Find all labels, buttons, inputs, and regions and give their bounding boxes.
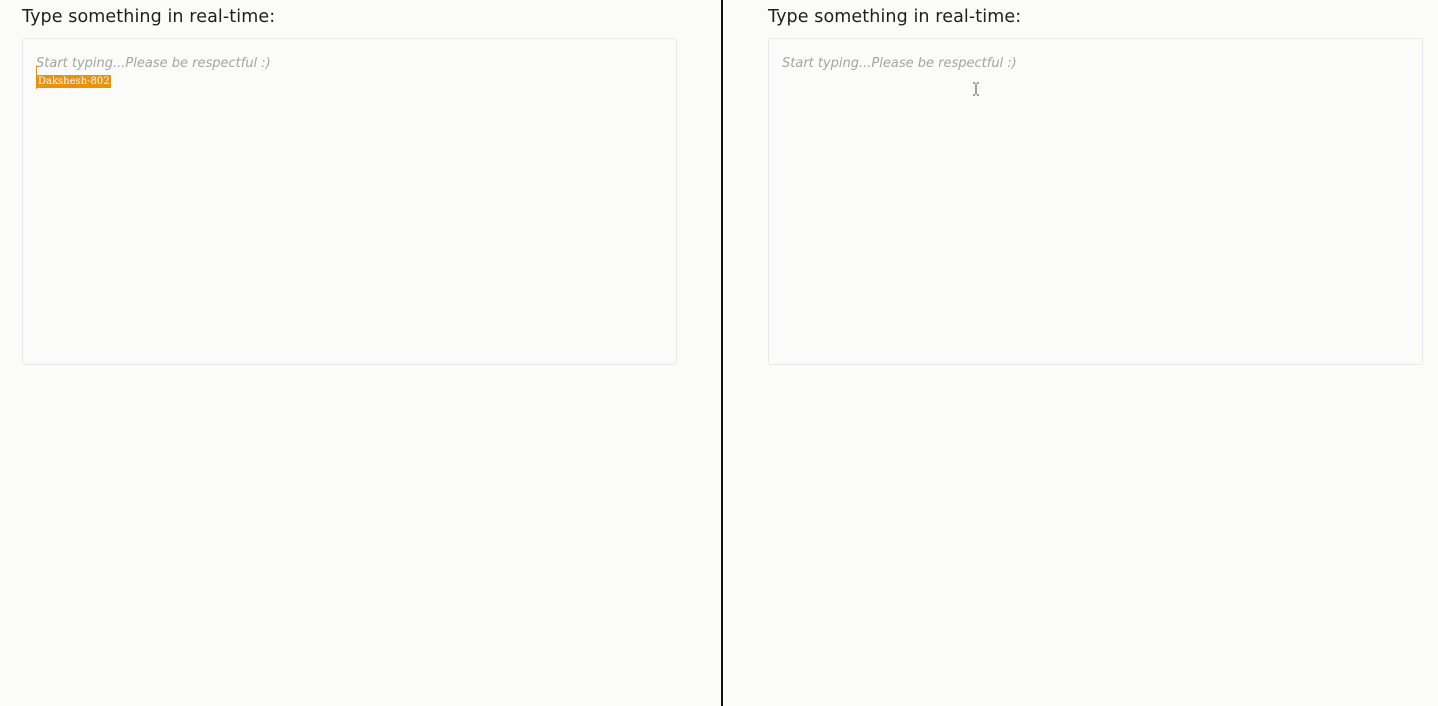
left-client-pane: Type something in real-time: Start typin… [0,0,721,706]
remote-cursor-username-label: Dakshesh-802 [37,75,111,88]
collaborative-editor[interactable]: Start typing...Please be respectful :) [768,38,1423,365]
editor-placeholder: Start typing...Please be respectful :) [782,56,1017,71]
collaborative-editor[interactable]: Start typing...Please be respectful :) D… [22,38,677,365]
split-screen: Type something in real-time: Start typin… [0,0,1438,706]
right-client-pane: Type something in real-time: Start typin… [723,0,1438,706]
text-cursor-icon [973,82,979,96]
page-heading: Type something in real-time: [22,7,276,27]
editor-placeholder: Start typing...Please be respectful :) [36,56,271,71]
page-heading: Type something in real-time: [768,7,1022,27]
